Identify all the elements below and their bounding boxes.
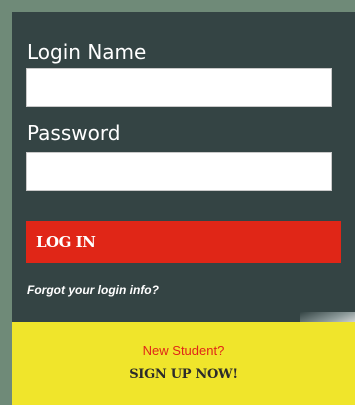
login-widget-frame: Login Name Password LOG IN Forgot your l…: [0, 0, 355, 405]
new-student-text: New Student?: [142, 343, 225, 358]
login-name-input[interactable]: [26, 68, 332, 107]
password-label: Password: [27, 121, 121, 145]
login-button[interactable]: LOG IN: [26, 221, 341, 263]
signup-panel[interactable]: New Student? SIGN UP NOW!: [12, 322, 355, 405]
login-name-label: Login Name: [27, 40, 147, 64]
forgot-login-link[interactable]: Forgot your login info?: [27, 283, 159, 297]
password-input[interactable]: [26, 152, 332, 191]
signup-now-link[interactable]: SIGN UP NOW!: [12, 367, 355, 382]
